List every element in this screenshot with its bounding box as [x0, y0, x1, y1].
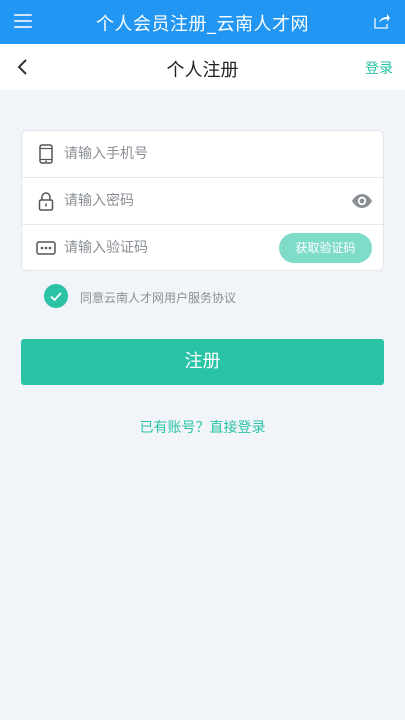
eye-icon[interactable] [351, 192, 373, 210]
navigation-bar: 个人注册 登录 [0, 44, 405, 90]
get-code-button[interactable]: 获取验证码 [279, 233, 372, 263]
app-header: 个人会员注册_云南人才网 [0, 0, 405, 44]
share-icon[interactable] [373, 12, 391, 30]
direct-login-link[interactable]: 已有账号？直接登录 [0, 417, 405, 437]
phone-input[interactable] [64, 131, 284, 177]
verification-code-input[interactable] [64, 225, 284, 271]
phone-icon [39, 144, 53, 164]
phone-row [22, 131, 383, 177]
code-row: 获取验证码 [22, 225, 383, 271]
app-title: 个人会员注册_云南人才网 [96, 14, 309, 35]
keyboard-dots-icon [36, 241, 56, 255]
password-input[interactable] [64, 178, 284, 224]
checkmark-icon [50, 292, 62, 302]
register-button[interactable]: 注册 [21, 339, 384, 385]
password-row [22, 178, 383, 224]
agreement-text[interactable]: 同意云南人才网用户服务协议 [80, 289, 236, 306]
lock-icon [38, 192, 54, 211]
page-title: 个人注册 [166, 60, 239, 81]
register-form: 获取验证码 [21, 130, 384, 271]
agreement-row: 同意云南人才网用户服务协议 [44, 284, 344, 308]
login-link[interactable]: 登录 [365, 58, 393, 78]
agreement-checkbox[interactable] [44, 284, 68, 308]
